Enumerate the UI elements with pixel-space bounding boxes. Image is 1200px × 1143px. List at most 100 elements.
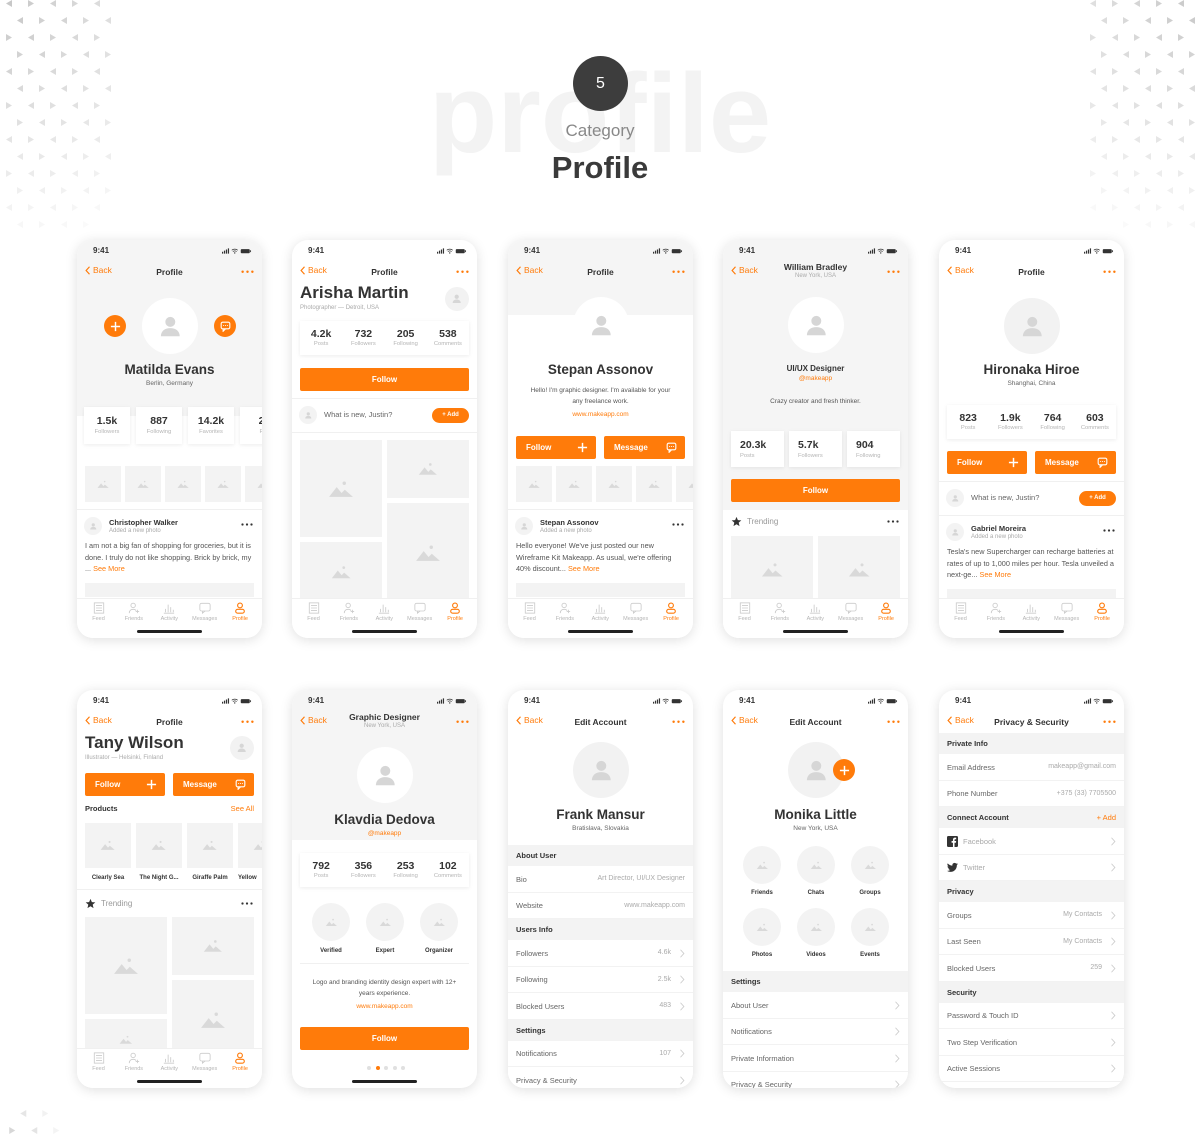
tab-messages[interactable]: Messages xyxy=(1049,599,1084,629)
stat-item[interactable]: 823 Posts xyxy=(947,405,989,439)
badge-verified[interactable] xyxy=(312,903,350,941)
product-label[interactable]: The Night G... xyxy=(136,875,182,881)
status-input[interactable]: What is new, Justin? xyxy=(324,410,392,419)
tab-messages[interactable]: Messages xyxy=(402,599,437,629)
settings-row[interactable]: Facebook xyxy=(939,828,1124,855)
photo-thumbnail[interactable] xyxy=(596,466,632,502)
settings-row[interactable]: Groups My Contacts xyxy=(939,902,1124,929)
product-thumbnail[interactable] xyxy=(136,823,182,868)
shortcut-events[interactable] xyxy=(851,908,889,946)
message-button[interactable]: Message xyxy=(604,436,685,459)
photo-thumbnail[interactable] xyxy=(636,466,672,502)
tab-profile[interactable]: Profile xyxy=(223,599,258,629)
see-more-link[interactable]: See More xyxy=(568,564,600,573)
add-friend-button[interactable] xyxy=(104,315,126,337)
tab-activity[interactable]: Activity xyxy=(367,599,402,629)
tab-profile[interactable]: Profile xyxy=(223,1049,258,1079)
product-thumbnail[interactable] xyxy=(238,823,262,868)
stat-item[interactable]: 732 Followers xyxy=(342,321,384,355)
tab-friends[interactable]: Friends xyxy=(762,599,797,629)
follow-button[interactable]: Follow xyxy=(516,436,596,459)
tab-feed[interactable]: Feed xyxy=(81,599,116,629)
see-all-link[interactable]: See All xyxy=(231,804,254,813)
post-more-icon[interactable] xyxy=(241,523,253,526)
pager-dot[interactable] xyxy=(392,1066,397,1070)
product-label[interactable]: Giraffe Palm xyxy=(187,875,233,881)
stat-card[interactable]: 887 Following xyxy=(136,407,182,444)
stat-card[interactable]: 5.7k Followers xyxy=(789,431,842,467)
follow-button[interactable]: Follow xyxy=(947,451,1027,474)
see-more-link[interactable]: See More xyxy=(93,564,125,573)
tab-friends[interactable]: Friends xyxy=(116,599,151,629)
more-icon[interactable] xyxy=(672,720,685,724)
tab-activity[interactable]: Activity xyxy=(1014,599,1049,629)
stat-card[interactable]: 2.Ph xyxy=(240,407,262,444)
stat-card[interactable]: 14.2k Favorites xyxy=(188,407,234,444)
stat-item[interactable]: 356 Followers xyxy=(342,853,384,887)
tab-feed[interactable]: Feed xyxy=(512,599,547,629)
more-icon[interactable] xyxy=(1103,270,1116,274)
more-icon[interactable] xyxy=(456,270,469,274)
image-placeholder[interactable] xyxy=(387,503,469,603)
more-icon[interactable] xyxy=(456,720,469,724)
photo-thumbnail[interactable] xyxy=(205,466,241,502)
settings-row[interactable]: Password & Touch ID xyxy=(939,1002,1124,1029)
tab-friends[interactable]: Friends xyxy=(116,1049,151,1079)
stat-card[interactable]: 20.3k Posts xyxy=(731,431,784,467)
stat-item[interactable]: 4.2k Posts xyxy=(300,321,342,355)
section-more-icon[interactable] xyxy=(887,520,899,523)
message-button[interactable] xyxy=(214,315,236,337)
settings-row[interactable]: Blocked Users 259 xyxy=(939,955,1124,982)
shortcut-friends[interactable] xyxy=(743,846,781,884)
tab-activity[interactable]: Activity xyxy=(583,599,618,629)
stat-item[interactable]: 603 Comments xyxy=(1074,405,1116,439)
profile-link[interactable]: www.makeapp.com xyxy=(508,411,693,418)
settings-row[interactable]: Private Information xyxy=(723,1045,908,1072)
product-label[interactable]: Yellow xyxy=(238,875,262,881)
tab-messages[interactable]: Messages xyxy=(187,599,222,629)
follow-button[interactable]: Follow xyxy=(731,479,900,502)
settings-row[interactable]: Website www.makeapp.com xyxy=(508,892,693,919)
image-placeholder[interactable] xyxy=(172,917,254,975)
status-input[interactable]: What is new, Justin? xyxy=(971,493,1039,502)
image-placeholder[interactable] xyxy=(731,536,813,602)
tab-profile[interactable]: Profile xyxy=(438,599,473,629)
tab-feed[interactable]: Feed xyxy=(727,599,762,629)
image-placeholder[interactable] xyxy=(387,440,469,498)
settings-row[interactable]: Blocked Users 483 xyxy=(508,993,693,1020)
settings-row[interactable]: Bio Art Director, UI/UX Designer xyxy=(508,866,693,893)
tab-messages[interactable]: Messages xyxy=(618,599,653,629)
tab-profile[interactable]: Profile xyxy=(869,599,904,629)
image-placeholder[interactable] xyxy=(300,440,382,537)
more-icon[interactable] xyxy=(887,720,900,724)
profile-handle[interactable]: @makeapp xyxy=(723,375,908,382)
profile-avatar[interactable] xyxy=(230,736,254,760)
pager-dot[interactable] xyxy=(367,1066,371,1070)
product-thumbnail[interactable] xyxy=(187,823,233,868)
stat-item[interactable]: 253 Following xyxy=(385,853,427,887)
shortcut-chats[interactable] xyxy=(797,846,835,884)
tab-activity[interactable]: Activity xyxy=(798,599,833,629)
post-author[interactable]: Stepan Assonov xyxy=(540,518,598,527)
message-button[interactable]: Message xyxy=(173,773,254,796)
tab-activity[interactable]: Activity xyxy=(152,599,187,629)
post-author[interactable]: Gabriel Moreira xyxy=(971,524,1026,533)
tab-profile[interactable]: Profile xyxy=(1085,599,1120,629)
shortcut-groups[interactable] xyxy=(851,846,889,884)
tab-messages[interactable]: Messages xyxy=(187,1049,222,1079)
settings-row[interactable]: Followers 4.6k xyxy=(508,940,693,967)
follow-button[interactable]: Follow xyxy=(85,773,165,796)
photo-thumbnail[interactable] xyxy=(516,466,552,502)
settings-row[interactable]: Phone Number +375 (33) 7705500 xyxy=(939,780,1124,807)
more-icon[interactable] xyxy=(241,720,254,724)
settings-row[interactable]: Twitter xyxy=(939,854,1124,881)
tab-friends[interactable]: Friends xyxy=(978,599,1013,629)
stat-card[interactable]: 904 Following xyxy=(847,431,900,467)
tab-activity[interactable]: Activity xyxy=(152,1049,187,1079)
profile-avatar[interactable] xyxy=(573,742,629,798)
tab-feed[interactable]: Feed xyxy=(81,1049,116,1079)
profile-handle[interactable]: @makeapp xyxy=(292,830,477,837)
pager-dot[interactable] xyxy=(384,1066,388,1070)
shortcut-photos[interactable] xyxy=(743,908,781,946)
section-more-icon[interactable] xyxy=(241,902,253,905)
